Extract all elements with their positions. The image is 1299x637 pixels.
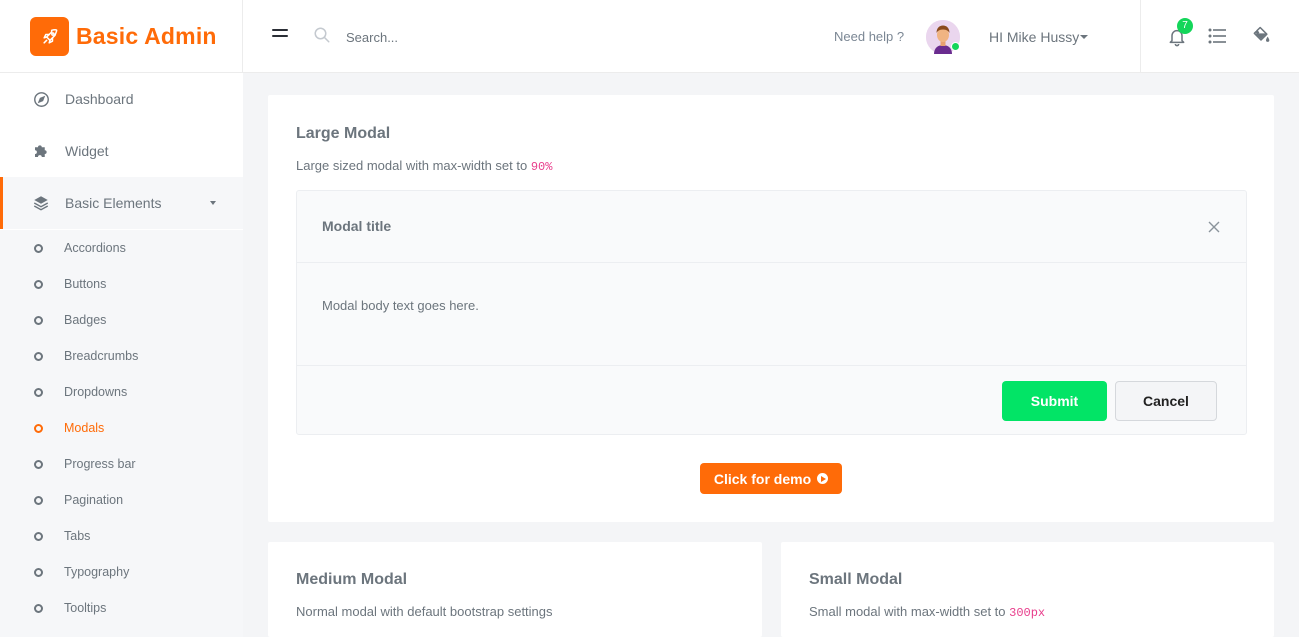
circle-icon bbox=[34, 279, 43, 289]
play-circle-icon bbox=[817, 473, 829, 484]
sidebar-subitem-label: Accordions bbox=[64, 241, 126, 255]
sidebar: Dashboard Widget Basic Elements Accordio… bbox=[0, 73, 243, 637]
modal-header: Modal title bbox=[297, 191, 1246, 263]
demo-button-label: Click for demo bbox=[713, 470, 812, 487]
card-description: Normal modal with default bootstrap sett… bbox=[296, 604, 553, 619]
sidebar-subitem-label: Typography bbox=[64, 565, 130, 579]
sidebar-subitem-breadcrumbs[interactable]: Breadcrumbs bbox=[0, 338, 243, 374]
paint-bucket-icon[interactable] bbox=[1251, 25, 1271, 50]
sidebar-subitem-progress-bar[interactable]: Progress bar bbox=[0, 446, 243, 482]
notification-badge: 7 bbox=[1177, 18, 1193, 34]
circle-icon bbox=[34, 603, 43, 613]
sidebar-item-label: Basic Elements bbox=[65, 195, 162, 211]
sidebar-subitem-accordions[interactable]: Accordions bbox=[0, 230, 243, 266]
avatar[interactable] bbox=[926, 20, 960, 54]
user-menu[interactable]: HI Mike Hussy bbox=[989, 29, 1079, 45]
layers-icon bbox=[32, 194, 50, 212]
sidebar-subitem-typography[interactable]: Typography bbox=[0, 554, 243, 590]
sidebar-subitem-buttons[interactable]: Buttons bbox=[0, 266, 243, 302]
medium-modal-card bbox=[268, 542, 762, 637]
sidebar-subitem-label: Dropdowns bbox=[64, 385, 128, 399]
sidebar-subitem-label: Breadcrumbs bbox=[64, 349, 139, 363]
demo-button[interactable]: Click for demo bbox=[700, 463, 842, 494]
online-status-dot bbox=[951, 42, 960, 51]
sidebar-subitem-badges[interactable]: Badges bbox=[0, 302, 243, 338]
rocket-icon bbox=[30, 17, 69, 56]
sidebar-subitem-label: Tooltips bbox=[64, 601, 107, 615]
sidebar-subitem-label: Modals bbox=[64, 421, 105, 435]
submenu: Accordions Buttons Badges Breadcrumbs Dr… bbox=[0, 230, 243, 637]
search-input[interactable] bbox=[338, 25, 558, 49]
sidebar-item-label: Dashboard bbox=[65, 91, 134, 107]
cancel-button[interactable]: Cancel bbox=[1115, 381, 1217, 421]
brand[interactable]: Basic Admin bbox=[0, 0, 243, 73]
card-description: Small modal with max-width set to 300px bbox=[809, 604, 1045, 620]
sidebar-item-label: Widget bbox=[65, 143, 109, 159]
sidebar-subitem-label: Badges bbox=[64, 313, 107, 327]
circle-icon bbox=[34, 459, 43, 469]
menu-toggle-icon[interactable] bbox=[272, 29, 288, 41]
sidebar-subitem-pagination[interactable]: Pagination bbox=[0, 482, 243, 518]
modal-body-text: Modal body text goes here. bbox=[322, 298, 479, 313]
description-text: Large sized modal with max-width set to bbox=[296, 158, 531, 173]
circle-icon bbox=[34, 567, 43, 577]
circle-icon bbox=[34, 423, 43, 433]
circle-icon bbox=[34, 243, 43, 253]
brand-name: Basic Admin bbox=[76, 23, 217, 49]
card-title: Medium Modal bbox=[296, 571, 408, 588]
small-modal-card bbox=[781, 542, 1274, 637]
sidebar-item-widget[interactable]: Widget bbox=[0, 125, 243, 177]
sidebar-subitem-label: Pagination bbox=[64, 493, 124, 507]
modal-preview: Modal title Modal body text goes here. S… bbox=[296, 190, 1247, 435]
header-tools: 7 bbox=[1140, 0, 1299, 73]
circle-icon bbox=[34, 387, 43, 397]
sidebar-item-basic-elements[interactable]: Basic Elements bbox=[0, 177, 243, 229]
sidebar-subitem-label: Progress bar bbox=[64, 457, 136, 471]
puzzle-icon bbox=[32, 142, 50, 160]
sidebar-subitem-tabs[interactable]: Tabs bbox=[0, 518, 243, 554]
top-bar: Basic Admin Need help ? HI Mike Hussy 7 bbox=[0, 0, 1299, 73]
caret-down-icon bbox=[210, 201, 216, 205]
description-code: 90% bbox=[530, 160, 553, 174]
search-icon bbox=[313, 26, 331, 49]
sidebar-subitem-dropdowns[interactable]: Dropdowns bbox=[0, 374, 243, 410]
circle-icon bbox=[34, 351, 43, 361]
sidebar-subitem-modals[interactable]: Modals bbox=[0, 410, 243, 446]
circle-icon bbox=[34, 495, 43, 505]
sidebar-item-dashboard[interactable]: Dashboard bbox=[0, 73, 243, 125]
list-icon[interactable] bbox=[1208, 28, 1226, 49]
compass-icon bbox=[32, 90, 50, 108]
description-text: Small modal with max-width set to bbox=[809, 604, 1010, 619]
caret-down-icon[interactable] bbox=[1080, 35, 1088, 39]
modal-title: Modal title bbox=[322, 218, 392, 234]
card-title: Large Modal bbox=[296, 125, 391, 142]
sidebar-subitem-label: Tabs bbox=[64, 529, 91, 543]
sidebar-subitem-label: Buttons bbox=[64, 277, 107, 291]
submit-button[interactable]: Submit bbox=[1002, 381, 1107, 421]
modal-footer: Submit Cancel bbox=[297, 365, 1246, 434]
close-icon[interactable] bbox=[1208, 220, 1222, 234]
help-link[interactable]: Need help ? bbox=[834, 29, 904, 44]
circle-icon bbox=[34, 315, 43, 325]
card-title: Small Modal bbox=[809, 571, 903, 588]
description-code: 300px bbox=[1009, 606, 1046, 620]
circle-icon bbox=[34, 531, 43, 541]
card-description: Large sized modal with max-width set to … bbox=[296, 158, 552, 174]
sidebar-subitem-tooltips[interactable]: Tooltips bbox=[0, 590, 243, 626]
